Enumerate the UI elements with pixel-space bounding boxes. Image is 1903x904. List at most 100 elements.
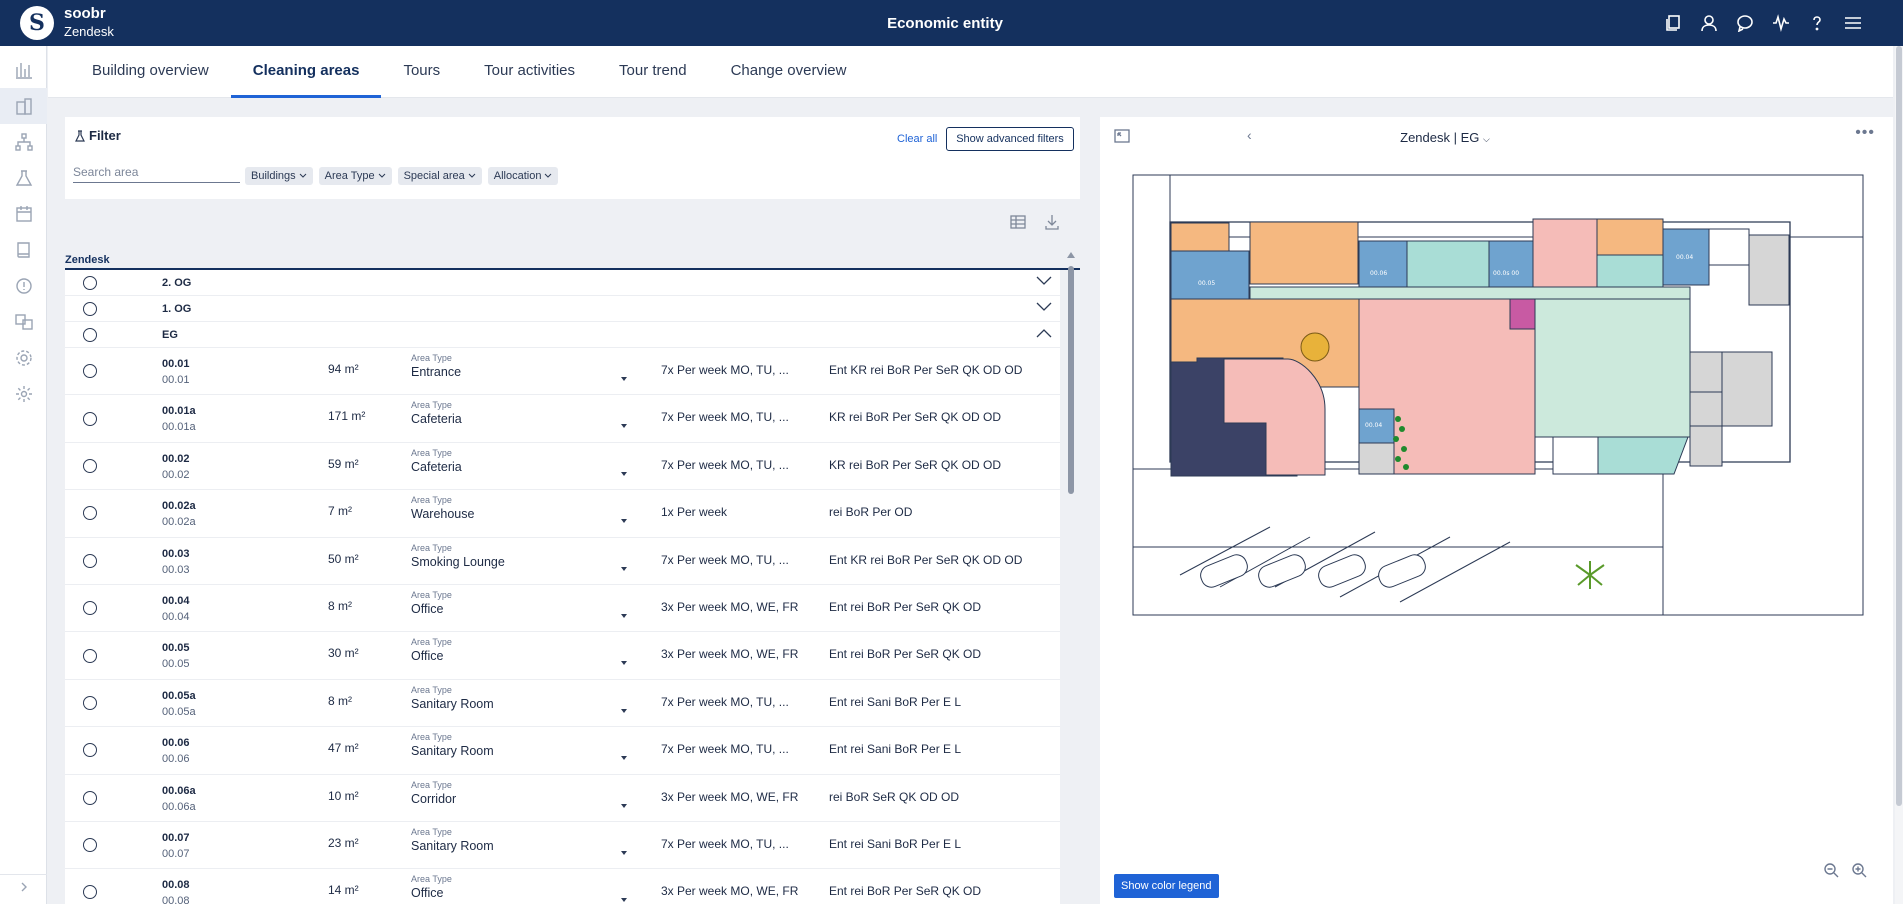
area-type-select[interactable]: Area Type Office [411,874,631,903]
dropdown-arrow-icon[interactable] [621,708,627,713]
select-radio[interactable] [83,838,97,853]
flask-icon[interactable] [0,160,47,196]
dropdown-arrow-icon[interactable] [621,898,627,903]
table-view-icon[interactable] [1010,214,1026,235]
sitemap-icon[interactable] [0,124,47,160]
page-scroll-thumb[interactable] [1896,46,1902,806]
floor-plan[interactable]: 00.05 00.06 00.0s 00 00.04 00.04 [1100,157,1893,857]
table-row[interactable]: 00.06a 00.06a 10 m² Area Type Corridor 3x Per… [65,774,1060,822]
chip-buildings[interactable]: Buildings [245,167,313,185]
area-type-select[interactable]: Area Type Cafeteria [411,448,631,476]
search-input[interactable]: Search area [73,165,240,183]
chevron-up-icon[interactable] [1036,328,1052,338]
floor-group-row[interactable]: EG [65,322,1060,348]
translate-icon[interactable] [0,304,47,340]
table-row[interactable]: 00.02a 00.02a 7 m² Area Type Warehouse 1x Per… [65,490,1060,538]
select-radio[interactable] [83,601,97,616]
area-type-select[interactable]: Area Type Entrance [411,353,631,381]
floor-group-row[interactable]: 1. OG [65,296,1060,322]
chip-allocation[interactable]: Allocation [487,167,559,185]
download-icon[interactable] [1044,214,1060,235]
tab-tour-trend[interactable]: Tour trend [597,46,709,98]
select-radio[interactable] [83,275,97,290]
dropdown-arrow-icon[interactable] [621,566,627,571]
clear-all-link[interactable]: Clear all [897,133,937,145]
zoom-in-icon[interactable] [1851,862,1867,883]
dropdown-arrow-icon[interactable] [621,519,627,524]
table-row[interactable]: 00.08 00.08 14 m² Area Type Office 3x Per wee… [65,869,1060,904]
chevron-down-icon[interactable] [1036,302,1052,312]
dropdown-arrow-icon[interactable] [621,613,627,618]
dropdown-arrow-icon[interactable] [621,756,627,761]
select-radio[interactable] [83,743,97,758]
list-scrollbar[interactable] [1066,250,1076,904]
building-icon[interactable] [0,88,47,124]
floor-selector[interactable]: Zendesk | EG ⌵ [1100,130,1790,145]
more-options-icon[interactable]: ••• [1855,124,1875,142]
select-radio[interactable] [83,648,97,663]
chat-icon[interactable] [1735,13,1755,33]
chart-icon[interactable] [0,52,47,88]
table-row[interactable]: 00.07 00.07 23 m² Area Type Sanitary Room 7x … [65,821,1060,870]
zoom-out-icon[interactable] [1823,862,1839,883]
alert-icon[interactable] [0,268,47,304]
area-type-select[interactable]: Area Type Office [411,637,631,666]
table-row[interactable]: 00.01 00.01 94 m² Area Type Entrance 7x Per w… [65,348,1060,396]
copy-icon[interactable] [1663,13,1683,33]
dropdown-arrow-icon[interactable] [621,850,627,855]
area-type-select[interactable]: Area Type Warehouse [411,495,631,524]
area-type-select[interactable]: Area Type Sanitary Room [411,685,631,713]
help-icon[interactable] [1807,13,1827,33]
settings-icon[interactable] [0,376,47,412]
settings-gear-icon[interactable] [0,340,47,376]
scroll-thumb[interactable] [1068,266,1074,494]
table-row[interactable]: 00.06 00.06 47 m² Area Type Sanitary Room 7x … [65,727,1060,775]
page-scrollbar[interactable] [1895,46,1903,904]
select-radio[interactable] [83,790,97,805]
area-type-select[interactable]: Area Type Sanitary Room [411,827,631,855]
menu-icon[interactable] [1843,13,1863,33]
show-color-legend-button[interactable]: Show color legend [1114,874,1219,898]
expand-rail-button[interactable] [0,874,47,898]
calendar-icon[interactable] [0,196,47,232]
brand[interactable]: S soobr Zendesk [0,5,300,41]
table-row[interactable]: 00.03 00.03 50 m² Area Type Smoking Lounge 7x… [65,537,1060,585]
activity-icon[interactable] [1771,13,1791,33]
select-radio[interactable] [83,301,97,316]
select-radio[interactable] [83,411,97,426]
chip-area-type[interactable]: Area Type [318,167,392,185]
book-icon[interactable] [0,232,47,268]
table-row[interactable]: 00.02 00.02 59 m² Area Type Cafeteria 7x Per … [65,442,1060,491]
chip-special-area[interactable]: Special area [397,167,482,185]
dropdown-arrow-icon[interactable] [621,471,627,476]
table-row[interactable]: 00.04 00.04 8 m² Area Type Office 3x Per week… [65,584,1060,633]
table-row[interactable]: 00.05a 00.05a 8 m² Area Type Sanitary Room 7x… [65,679,1060,728]
tab-change-overview[interactable]: Change overview [709,46,869,98]
area-type-select[interactable]: Area Type Sanitary Room [411,732,631,761]
select-radio[interactable] [83,458,97,473]
area-type-select[interactable]: Area Type Smoking Lounge [411,543,631,571]
scroll-up-arrow[interactable] [1067,252,1075,258]
select-radio[interactable] [83,506,97,521]
tab-tours[interactable]: Tours [381,46,462,98]
select-radio[interactable] [83,553,97,568]
floor-group-row[interactable]: 2. OG [65,270,1060,296]
select-radio[interactable] [83,364,97,379]
table-row[interactable]: 00.05 00.05 30 m² Area Type Office 3x Per wee… [65,632,1060,680]
dropdown-arrow-icon[interactable] [621,661,627,666]
dropdown-arrow-icon[interactable] [621,377,627,381]
show-advanced-filters-button[interactable]: Show advanced filters [946,127,1074,151]
dropdown-arrow-icon[interactable] [621,803,627,808]
area-type-select[interactable]: Area Type Office [411,590,631,618]
chevron-down-icon[interactable] [1036,276,1052,286]
select-radio[interactable] [83,327,97,342]
tab-tour-activities[interactable]: Tour activities [462,46,597,98]
area-type-select[interactable]: Area Type Cafeteria [411,400,631,429]
tab-cleaning-areas[interactable]: Cleaning areas [230,46,382,98]
area-type-select[interactable]: Area Type Corridor [411,780,631,808]
table-row[interactable]: 00.01a 00.01a 171 m² Area Type Cafeteria 7x P… [65,395,1060,443]
select-radio[interactable] [83,695,97,710]
select-radio[interactable] [83,885,97,900]
user-icon[interactable] [1699,13,1719,33]
dropdown-arrow-icon[interactable] [621,424,627,429]
